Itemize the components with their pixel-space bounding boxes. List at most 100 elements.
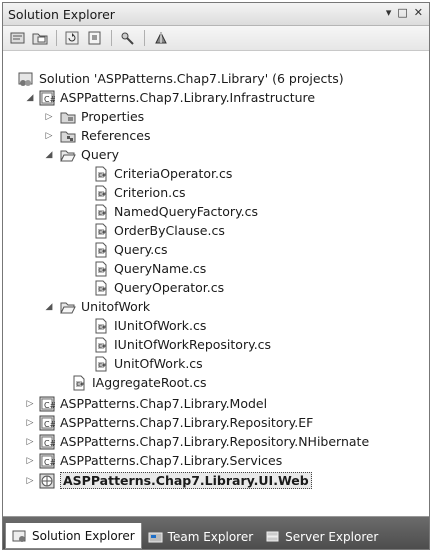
team-explorer-icon xyxy=(148,529,164,545)
svg-text:C#: C# xyxy=(44,401,55,410)
expanded-arrow-icon[interactable]: ◢ xyxy=(43,149,55,161)
svg-text:C#: C# xyxy=(44,95,55,104)
file-iunitofwork-repository[interactable]: C# IUnitOfWorkRepository.cs xyxy=(93,335,271,354)
expanded-arrow-icon[interactable]: ◢ xyxy=(43,301,55,313)
toolbar xyxy=(3,26,429,51)
properties-label: Properties xyxy=(81,109,145,124)
open-folder-icon xyxy=(60,299,76,315)
solution-explorer-icon xyxy=(12,528,28,544)
view-code-icon[interactable] xyxy=(86,30,104,47)
project-label: ASPPatterns.Chap7.Library.Repository.NHi… xyxy=(60,434,370,449)
csharp-file-icon: C# xyxy=(93,261,109,277)
tree-node-project-services[interactable]: ▷ C# ASPPatterns.Chap7.Library.Services xyxy=(24,451,282,470)
file-query-operator[interactable]: C# QueryOperator.cs xyxy=(93,278,224,297)
project-label: ASPPatterns.Chap7.Library.Infrastructure xyxy=(60,90,316,105)
toolbar-separator xyxy=(144,30,145,46)
csharp-project-icon: C# xyxy=(39,453,55,469)
tree-node-project-model[interactable]: ▷ C# ASPPatterns.Chap7.Library.Model xyxy=(24,394,267,413)
view-designer-icon[interactable] xyxy=(152,30,170,47)
file-label: Criterion.cs xyxy=(114,185,186,200)
tree-node-project-infrastructure[interactable]: ◢ C# ASPPatterns.Chap7.Library.Infrastru… xyxy=(24,88,315,107)
file-label: Query.cs xyxy=(114,242,168,257)
collapsed-arrow-icon[interactable]: ▷ xyxy=(24,436,36,448)
expanded-arrow-icon[interactable]: ◢ xyxy=(24,92,36,104)
tree-node-properties[interactable]: ▷ Properties xyxy=(43,107,145,126)
csharp-file-icon: C# xyxy=(71,375,87,391)
dropdown-icon[interactable]: ▾ xyxy=(386,6,392,19)
properties-folder-icon xyxy=(60,109,76,125)
collapsed-arrow-icon[interactable]: ▷ xyxy=(24,398,36,410)
collapsed-arrow-icon[interactable]: ▷ xyxy=(43,130,55,142)
window-controls: ▾ □ ✕ xyxy=(386,6,423,19)
collapsed-arrow-icon[interactable]: ▷ xyxy=(24,455,36,467)
web-project-icon xyxy=(39,473,55,489)
server-explorer-icon xyxy=(265,529,281,545)
svg-text:C#: C# xyxy=(99,230,107,236)
tab-solution-explorer[interactable]: Solution Explorer xyxy=(5,523,142,549)
csharp-file-icon: C# xyxy=(93,337,109,353)
file-query-name[interactable]: C# QueryName.cs xyxy=(93,259,206,278)
solution-label: Solution 'ASPPatterns.Chap7.Library' (6 … xyxy=(39,71,344,86)
svg-text:C#: C# xyxy=(99,363,107,369)
svg-text:C#: C# xyxy=(99,192,107,198)
open-folder-icon xyxy=(60,147,76,163)
csharp-file-icon: C# xyxy=(93,166,109,182)
svg-text:C#: C# xyxy=(99,325,107,331)
solution-tree: Solution 'ASPPatterns.Chap7.Library' (6 … xyxy=(3,51,429,516)
tree-node-query-folder[interactable]: ◢ Query xyxy=(43,145,119,164)
solution-explorer-window: Solution Explorer ▾ □ ✕ Solution 'ASPPat… xyxy=(2,2,430,550)
tool-window-tabs: Solution Explorer Team Explorer Server E… xyxy=(3,516,429,549)
tree-node-references[interactable]: ▷ References xyxy=(43,126,151,145)
file-query[interactable]: C# Query.cs xyxy=(93,240,168,259)
tree-node-project-repository-nhibernate[interactable]: ▷ C# ASPPatterns.Chap7.Library.Repositor… xyxy=(24,432,369,451)
collapsed-arrow-icon[interactable]: ▷ xyxy=(43,111,55,123)
maximize-icon[interactable]: □ xyxy=(397,6,407,19)
svg-text:C#: C# xyxy=(77,382,85,388)
collapsed-arrow-icon[interactable]: ▷ xyxy=(24,417,36,429)
references-folder-icon xyxy=(60,128,76,144)
show-all-files-icon[interactable] xyxy=(31,30,49,47)
properties-icon[interactable] xyxy=(9,30,27,47)
solution-icon xyxy=(18,71,34,87)
tab-label: Team Explorer xyxy=(167,530,254,544)
toolbar-separator xyxy=(111,30,112,46)
tree-node-project-repository-ef[interactable]: ▷ C# ASPPatterns.Chap7.Library.Repositor… xyxy=(24,413,313,432)
file-criterion[interactable]: C# Criterion.cs xyxy=(93,183,185,202)
tab-team-explorer[interactable]: Team Explorer xyxy=(142,525,260,549)
csharp-file-icon: C# xyxy=(93,280,109,296)
toolbar-separator xyxy=(56,30,57,46)
tab-server-explorer[interactable]: Server Explorer xyxy=(259,525,384,549)
file-order-by-clause[interactable]: C# OrderByClause.cs xyxy=(93,221,225,240)
refresh-icon[interactable] xyxy=(64,30,82,47)
tree-node-project-ui-web[interactable]: ▷ ASPPatterns.Chap7.Library.UI.Web xyxy=(24,471,312,490)
file-label: IUnitOfWork.cs xyxy=(114,318,207,333)
svg-text:C#: C# xyxy=(99,287,107,293)
svg-text:C#: C# xyxy=(99,173,107,179)
close-icon[interactable]: ✕ xyxy=(414,6,423,19)
csharp-file-icon: C# xyxy=(93,185,109,201)
svg-text:C#: C# xyxy=(44,420,55,429)
svg-text:C#: C# xyxy=(99,344,107,350)
window-title: Solution Explorer xyxy=(8,6,115,22)
file-criteria-operator[interactable]: C# CriteriaOperator.cs xyxy=(93,164,232,183)
tree-node-solution[interactable]: Solution 'ASPPatterns.Chap7.Library' (6 … xyxy=(18,69,344,88)
project-label: ASPPatterns.Chap7.Library.Model xyxy=(60,396,268,411)
file-named-query-factory[interactable]: C# NamedQueryFactory.cs xyxy=(93,202,258,221)
file-label: QueryName.cs xyxy=(114,261,207,276)
csharp-project-icon: C# xyxy=(39,415,55,431)
tab-label: Server Explorer xyxy=(285,530,379,544)
csharp-file-icon: C# xyxy=(93,242,109,258)
unitofwork-folder-label: UnitofWork xyxy=(81,299,151,314)
view-class-diagram-icon[interactable] xyxy=(119,30,137,47)
tree-node-unitofwork-folder[interactable]: ◢ UnitofWork xyxy=(43,297,151,316)
csharp-file-icon: C# xyxy=(93,356,109,372)
file-label: NamedQueryFactory.cs xyxy=(114,204,259,219)
svg-text:C#: C# xyxy=(99,211,107,217)
file-unitofwork[interactable]: C# UnitOfWork.cs xyxy=(93,354,203,373)
file-iunitofwork[interactable]: C# IUnitOfWork.cs xyxy=(93,316,206,335)
csharp-file-icon: C# xyxy=(93,318,109,334)
file-label: QueryOperator.cs xyxy=(114,280,225,295)
file-iaggregate-root[interactable]: C# IAggregateRoot.cs xyxy=(71,373,207,392)
collapsed-arrow-icon[interactable]: ▷ xyxy=(24,475,36,487)
csharp-project-icon: C# xyxy=(39,396,55,412)
